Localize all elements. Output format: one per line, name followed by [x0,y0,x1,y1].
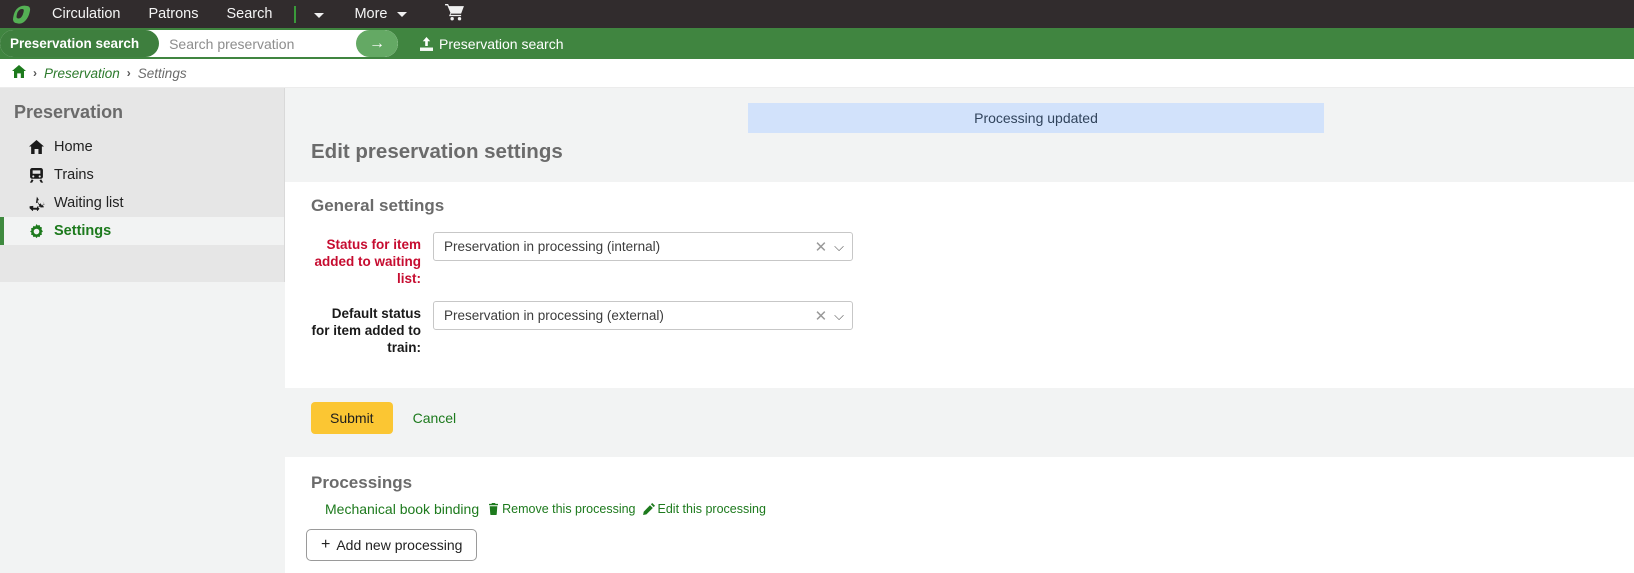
sidebar-item-waiting-list[interactable]: Waiting list [0,189,284,217]
nav-dropdown-toggle[interactable] [298,2,340,26]
cancel-link[interactable]: Cancel [413,410,457,426]
processings-heading: Processings [285,473,1634,493]
top-navigation-bar: Circulation Patrons Search More [0,0,1634,28]
processings-panel: Processings Mechanical book binding Remo… [285,457,1634,573]
search-scope-label[interactable]: Preservation search [0,30,159,57]
remove-processing-label: Remove this processing [502,502,635,516]
nav-circulation[interactable]: Circulation [38,2,135,26]
koha-leaf-logo[interactable] [4,0,38,28]
nav-divider [294,6,296,23]
remove-processing-link[interactable]: Remove this processing [488,502,635,516]
add-new-processing-button[interactable]: + Add new processing [306,529,477,561]
breadcrumb-separator-1: › [33,66,37,80]
search-pill: Preservation search → [0,30,398,57]
breadcrumb: › Preservation › Settings [0,59,1634,88]
status-alert-processing-updated: Processing updated [748,103,1324,133]
arrow-right-icon: → [369,35,385,53]
recycle-icon [28,196,45,211]
trash-icon [488,503,499,515]
home-icon [28,140,45,154]
general-settings-heading: General settings [285,196,1634,216]
breadcrumb-separator-2: › [127,66,131,80]
upload-icon [420,37,433,51]
field-row-train-default-status: Default status for item added to train: … [285,301,1634,356]
search-submit-button[interactable]: → [356,30,398,57]
caret-down-icon [314,13,324,18]
submit-button[interactable]: Submit [311,402,393,434]
preservation-search-bar: Preservation search → Preservation searc… [0,28,1634,59]
sidebar-item-label: Waiting list [54,195,124,211]
preservation-search-link[interactable]: Preservation search [420,36,564,52]
sidebar-item-home[interactable]: Home [0,133,284,161]
home-icon[interactable] [12,65,26,81]
clear-x-icon[interactable]: ✕ [808,307,835,325]
sidebar-below-spacer [0,282,285,573]
clear-x-icon[interactable]: ✕ [808,238,835,256]
sidebar-item-settings[interactable]: Settings [0,217,284,245]
sidebar-item-trains[interactable]: Trains [0,161,284,189]
select-waiting-list-status-value: Preservation in processing (internal) [444,239,808,254]
form-actions: Submit Cancel [285,388,1634,434]
processing-name-link[interactable]: Mechanical book binding [325,501,479,517]
list-item: Mechanical book binding Remove this proc… [285,501,1634,517]
chevron-down-icon[interactable]: ⌵ [834,239,844,255]
general-settings-panel: General settings Status for item added t… [285,182,1634,388]
nav-more-label: More [354,6,387,22]
chevron-down-icon[interactable]: ⌵ [834,308,844,324]
sidebar-item-label: Home [54,139,93,155]
sidebar-title: Preservation [0,88,284,133]
add-new-processing-label: Add new processing [336,537,462,553]
sidebar: Preservation Home Trains [0,88,285,282]
shopping-cart-icon[interactable] [435,2,474,27]
plus-icon: + [321,537,330,553]
edit-processing-link[interactable]: Edit this processing [643,502,766,516]
sidebar-item-label: Settings [54,223,111,239]
field-label-train-default-status: Default status for item added to train: [311,301,421,356]
field-label-waiting-list-status: Status for item added to waiting list: [311,232,421,287]
chevron-down-icon [397,12,407,17]
edit-processing-label: Edit this processing [658,502,766,516]
gear-icon [28,224,45,239]
field-row-waiting-list-status: Status for item added to waiting list: P… [285,232,1634,287]
select-train-default-status[interactable]: Preservation in processing (external) ✕ … [433,301,853,330]
pencil-icon [643,503,655,515]
preservation-search-link-label: Preservation search [439,36,564,52]
select-waiting-list-status[interactable]: Preservation in processing (internal) ✕ … [433,232,853,261]
cart-glyph [445,4,464,21]
select-train-default-status-value: Preservation in processing (external) [444,308,808,323]
search-input[interactable] [159,30,356,57]
breadcrumb-item-preservation[interactable]: Preservation [44,66,120,81]
main-content: Processing updated Edit preservation set… [285,88,1634,573]
breadcrumb-item-settings: Settings [138,66,187,81]
train-icon [28,168,45,183]
sidebar-item-label: Trains [54,167,94,183]
nav-patrons[interactable]: Patrons [135,2,213,26]
nav-more[interactable]: More [340,2,420,26]
home-glyph [12,65,26,78]
page-body: Preservation Home Trains [0,88,1634,573]
nav-search[interactable]: Search [212,2,286,26]
